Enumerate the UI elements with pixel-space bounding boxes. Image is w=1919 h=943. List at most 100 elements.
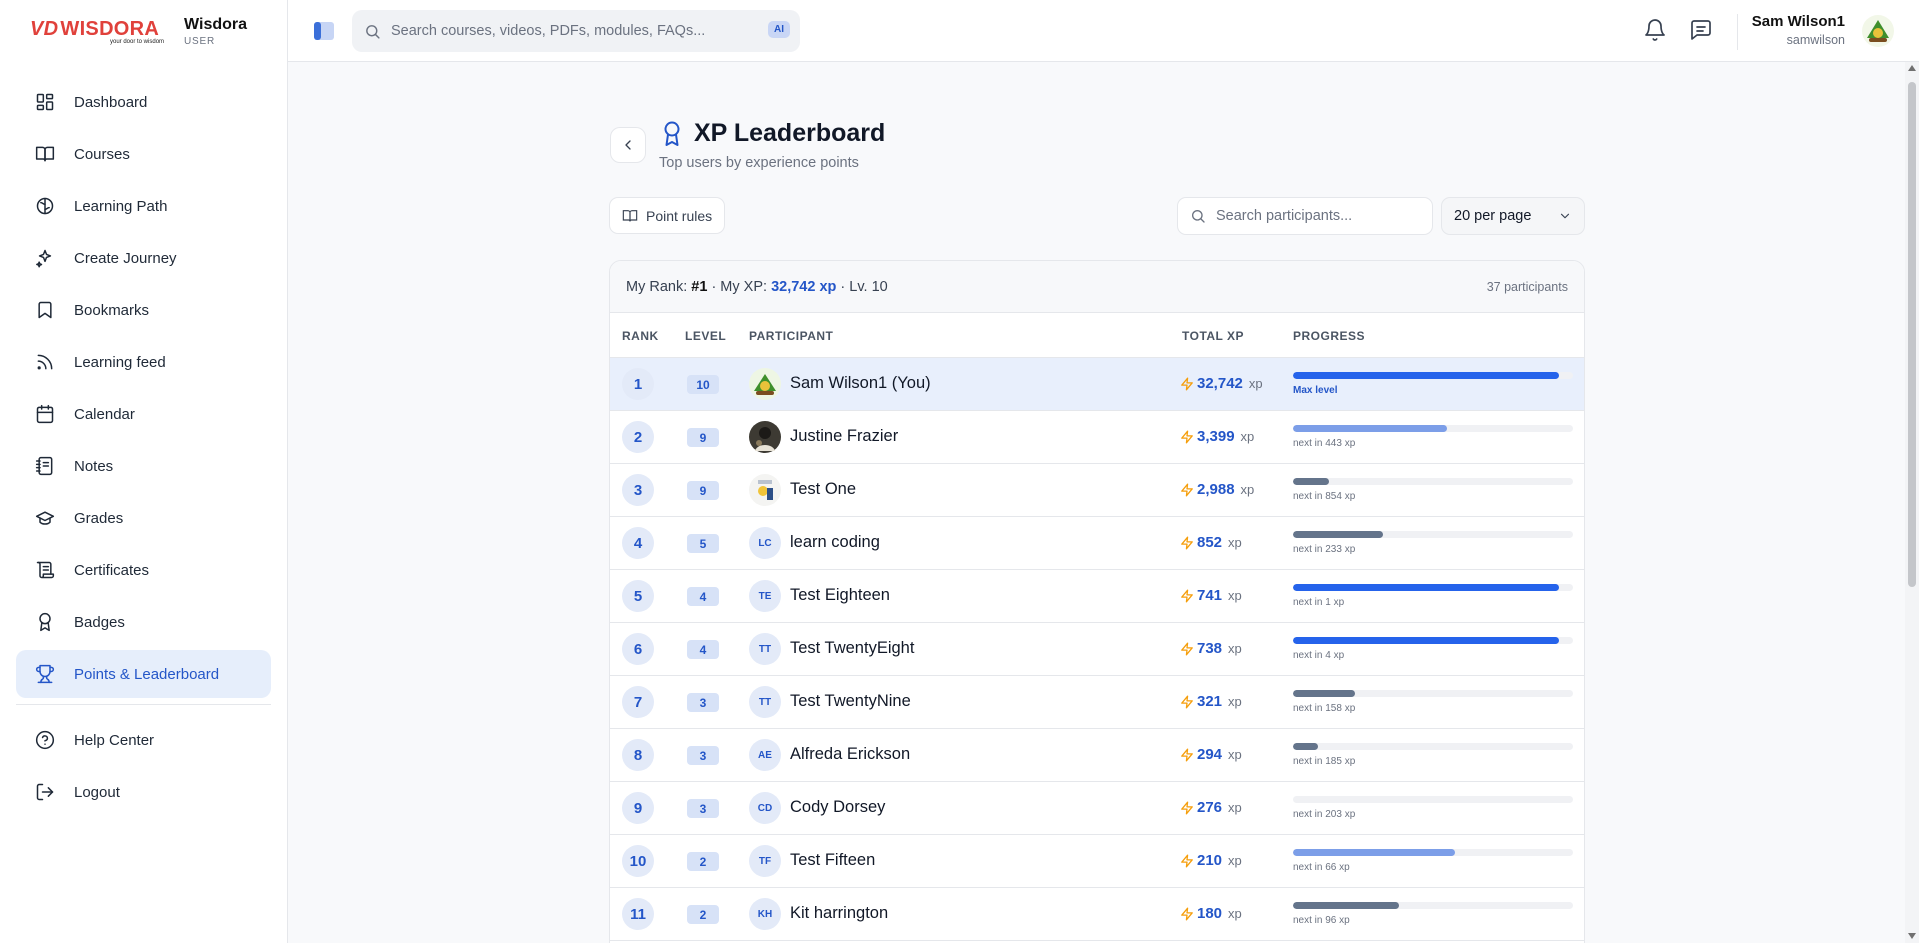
participant-name[interactable]: Test Fifteen xyxy=(790,851,875,870)
progress-fill xyxy=(1293,849,1456,856)
dashboard-icon xyxy=(34,91,56,113)
participant-search-input[interactable] xyxy=(1216,208,1416,224)
table-row[interactable]: 6 4 TT Test TwentyEight 738 xp next in 4 xp xyxy=(610,623,1584,676)
ai-search-badge[interactable]: AI xyxy=(768,21,790,38)
table-row[interactable]: 5 4 TE Test Eighteen 741 xp next in 1 xp xyxy=(610,570,1584,623)
participant-name[interactable]: Alfreda Erickson xyxy=(790,745,910,764)
participant-avatar: TT xyxy=(749,633,781,665)
col-participant: PARTICIPANT xyxy=(749,329,834,343)
progress-fill xyxy=(1293,478,1330,485)
table-row[interactable]: 11 2 KH Kit harrington 180 xp next in 96 xp xyxy=(610,888,1584,941)
progress-note: next in 158 xp xyxy=(1293,703,1356,714)
messages-icon[interactable] xyxy=(1689,18,1715,44)
global-search-input[interactable] xyxy=(391,23,761,39)
table-row[interactable]: 3 9 Test One 2,988 xp next in 854 xp xyxy=(610,464,1584,517)
total-xp: 2,988 xp xyxy=(1180,481,1254,498)
sidebar-item-label: Learning feed xyxy=(74,353,166,371)
wisdora-logo[interactable]: VD WISDORA your door to wisdom xyxy=(30,18,164,45)
user-menu[interactable]: Sam Wilson1 samwilson xyxy=(1752,13,1845,47)
level-badge: 2 xyxy=(687,905,719,924)
sidebar-item-certificates[interactable]: Certificates xyxy=(16,546,271,594)
progress-note: next in 233 xp xyxy=(1293,544,1356,555)
total-xp: 210 xp xyxy=(1180,852,1242,869)
table-body: 1 10 Sam Wilson1 (You) 32,742 xp Max level 2 9 J… xyxy=(610,358,1584,941)
table-row[interactable]: 1 10 Sam Wilson1 (You) 32,742 xp Max level xyxy=(610,358,1584,411)
rank-badge: 2 xyxy=(622,421,654,453)
sidebar-toggle-icon[interactable] xyxy=(313,20,335,42)
participant-name[interactable]: Test TwentyEight xyxy=(790,639,914,658)
sidebar-item-logout[interactable]: Logout xyxy=(16,768,271,816)
my-xp-value: 32,742 xp xyxy=(771,278,837,295)
progress-track xyxy=(1293,690,1573,697)
scroll-up-arrow[interactable] xyxy=(1908,65,1916,71)
sidebar-item-badges[interactable]: Badges xyxy=(16,598,271,646)
level-progress: next in 158 xp xyxy=(1293,690,1573,714)
lightning-icon xyxy=(1181,907,1193,920)
calendar-icon xyxy=(34,403,56,425)
sidebar-item-bookmarks[interactable]: Bookmarks xyxy=(16,286,271,334)
participant-name[interactable]: Kit harrington xyxy=(790,904,888,923)
table-row[interactable]: 8 3 AE Alfreda Erickson 294 xp next in 185 xp xyxy=(610,729,1584,782)
sidebar-item-notes[interactable]: Notes xyxy=(16,442,271,490)
progress-track xyxy=(1293,584,1573,591)
sidebar-item-grades[interactable]: Grades xyxy=(16,494,271,542)
bell-icon[interactable] xyxy=(1643,18,1669,44)
participant-name[interactable]: Sam Wilson1 (You) xyxy=(790,374,931,393)
sidebar-item-dashboard[interactable]: Dashboard xyxy=(16,78,271,126)
participant-search[interactable] xyxy=(1177,197,1433,235)
sidebar-item-help-center[interactable]: Help Center xyxy=(16,716,271,764)
sidebar-item-calendar[interactable]: Calendar xyxy=(16,390,271,438)
back-button[interactable] xyxy=(610,127,646,163)
lightning-icon xyxy=(1181,854,1193,867)
sidebar-item-label: Badges xyxy=(74,613,125,631)
user-avatar[interactable] xyxy=(1861,14,1895,48)
participant-name[interactable]: Test TwentyNine xyxy=(790,692,911,711)
level-progress: next in 185 xp xyxy=(1293,743,1573,767)
search-icon xyxy=(1192,210,1205,223)
sidebar-item-learning-path[interactable]: Learning Path xyxy=(16,182,271,230)
lightning-icon xyxy=(1181,377,1193,390)
participant-name[interactable]: learn coding xyxy=(790,533,880,552)
per-page-select[interactable]: 20 per page xyxy=(1441,197,1585,235)
sparkles-icon xyxy=(34,247,56,269)
brand-role: USER xyxy=(184,35,216,47)
scroll-down-arrow[interactable] xyxy=(1908,933,1916,939)
global-search[interactable]: AI xyxy=(352,10,800,52)
xp-unit: xp xyxy=(1228,906,1242,921)
table-row[interactable]: 2 9 Justine Frazier 3,399 xp next in 443 xp xyxy=(610,411,1584,464)
participant-name[interactable]: Justine Frazier xyxy=(790,427,898,446)
my-rank-label: My Rank: xyxy=(626,278,688,295)
progress-note: next in 854 xp xyxy=(1293,491,1356,502)
help-circle-icon xyxy=(34,729,56,751)
xp-value: 180 xyxy=(1197,905,1223,922)
table-row[interactable]: 4 5 LC learn coding 852 xp next in 233 xp xyxy=(610,517,1584,570)
level-progress: next in 203 xp xyxy=(1293,796,1573,820)
table-row[interactable]: 7 3 TT Test TwentyNine 321 xp next in 158 xp xyxy=(610,676,1584,729)
point-rules-button[interactable]: Point rules xyxy=(609,197,726,234)
participant-avatar: TF xyxy=(749,845,781,877)
progress-note: next in 203 xp xyxy=(1293,809,1356,820)
rank-badge: 6 xyxy=(622,633,654,665)
rank-badge: 4 xyxy=(622,527,654,559)
scrollbar-thumb[interactable] xyxy=(1908,82,1916,587)
participant-name[interactable]: Cody Dorsey xyxy=(790,798,885,817)
level-badge: 3 xyxy=(687,746,719,765)
participant-name[interactable]: Test Eighteen xyxy=(790,586,890,605)
sidebar-item-create-journey[interactable]: Create Journey xyxy=(16,234,271,282)
xp-unit: xp xyxy=(1228,535,1242,550)
level-progress: next in 233 xp xyxy=(1293,531,1573,555)
progress-track xyxy=(1293,743,1573,750)
table-row[interactable]: 10 2 TF Test Fifteen 210 xp next in 66 xp xyxy=(610,835,1584,888)
sidebar-item-label: Logout xyxy=(74,783,120,801)
total-xp: 3,399 xp xyxy=(1180,428,1254,445)
sidebar-item-points-and-leaderboard[interactable]: Points & Leaderboard xyxy=(16,650,271,698)
sidebar-item-learning-feed[interactable]: Learning feed xyxy=(16,338,271,386)
xp-unit: xp xyxy=(1228,747,1242,762)
participant-name[interactable]: Test One xyxy=(790,480,856,499)
sidebar-item-label: Courses xyxy=(74,145,130,163)
logo-text: WISDORA xyxy=(60,17,160,40)
progress-fill xyxy=(1293,584,1559,591)
table-row[interactable]: 9 3 CD Cody Dorsey 276 xp next in 203 xp xyxy=(610,782,1584,835)
search-icon xyxy=(366,24,380,39)
sidebar-item-courses[interactable]: Courses xyxy=(16,130,271,178)
